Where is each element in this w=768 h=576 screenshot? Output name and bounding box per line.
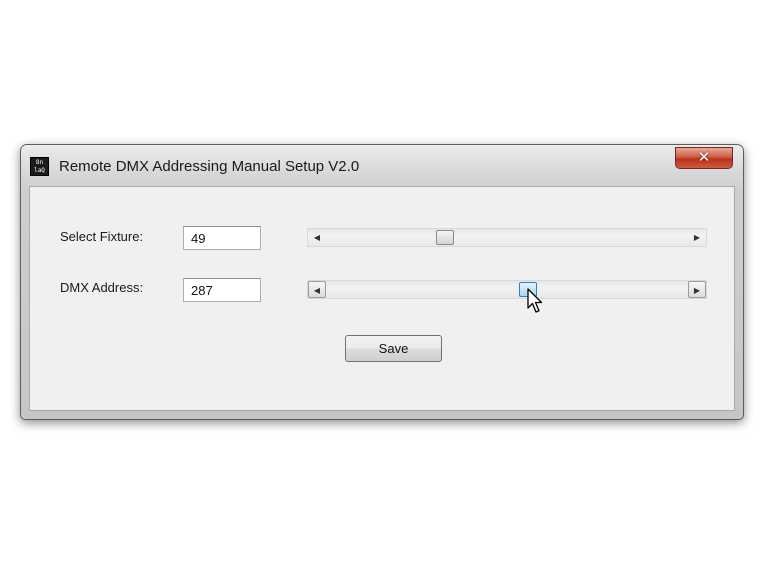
- client-area: Select Fixture: 49 ◀ ▶ DMX Address: 287 …: [29, 186, 735, 411]
- dialog-window: 8n laQ Remote DMX Addressing Manual Setup…: [20, 144, 744, 420]
- screen: 8n laQ Remote DMX Addressing Manual Setup…: [0, 0, 768, 576]
- mouse-cursor-icon: [527, 288, 543, 313]
- dmx-address-input[interactable]: 287: [183, 278, 261, 302]
- close-button[interactable]: ✕: [675, 147, 733, 169]
- select-fixture-label: Select Fixture:: [60, 229, 144, 244]
- dmx-address-label: DMX Address:: [60, 280, 144, 295]
- fixture-slider-left-arrow-icon[interactable]: ◀: [308, 229, 326, 246]
- dmx-address-slider-right-arrow-icon[interactable]: ▶: [688, 281, 706, 298]
- title-bar[interactable]: 8n laQ Remote DMX Addressing Manual Setup…: [21, 145, 743, 187]
- fixture-input[interactable]: 49: [183, 226, 261, 250]
- fixture-slider[interactable]: ◀ ▶: [307, 228, 707, 247]
- dmx-address-slider[interactable]: ◀ ▶: [307, 280, 707, 299]
- fixture-slider-right-arrow-icon[interactable]: ▶: [688, 229, 706, 246]
- save-button[interactable]: Save: [345, 335, 442, 362]
- window-title: Remote DMX Addressing Manual Setup V2.0: [59, 158, 360, 175]
- fixture-slider-thumb[interactable]: [436, 230, 454, 245]
- dmx-address-slider-left-arrow-icon[interactable]: ◀: [308, 281, 326, 298]
- app-logo-icon: 8n laQ: [30, 157, 49, 176]
